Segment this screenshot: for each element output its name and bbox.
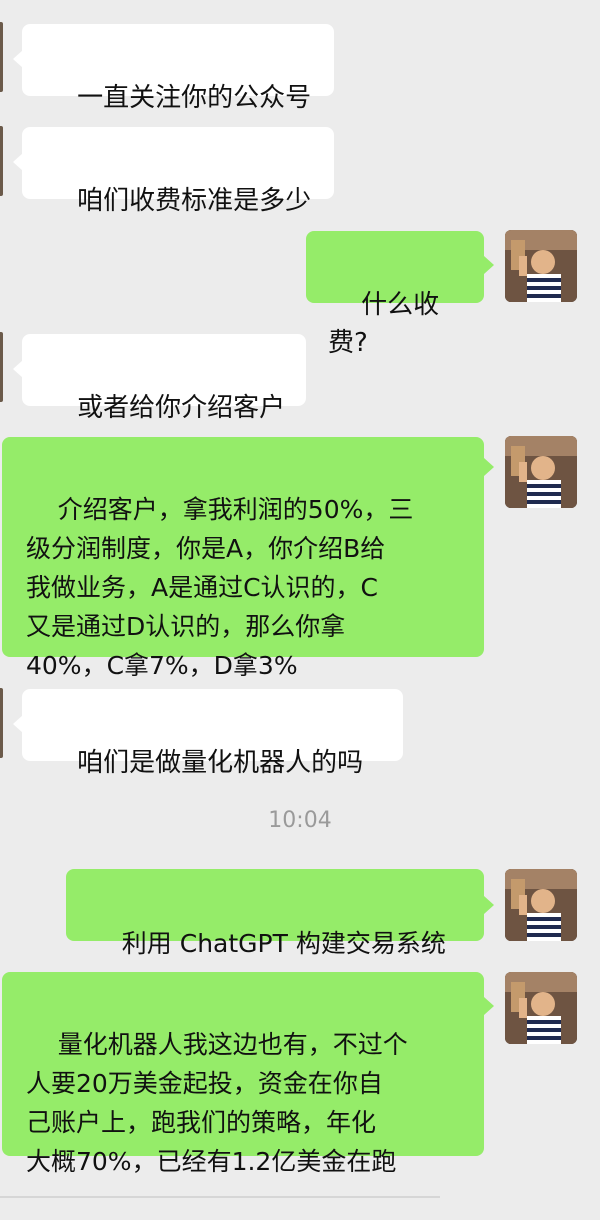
avatar-photo-icon (505, 436, 577, 508)
message-text: 介绍客户，拿我利润的50%，三 级分润制度，你是A，你介绍B给 我做业务，A是通… (26, 495, 414, 680)
contact-avatar-edge[interactable] (0, 22, 3, 92)
avatar-photo-icon (505, 972, 577, 1044)
user-avatar-icon[interactable] (505, 972, 577, 1044)
message-text: 或者给你介绍客户 (77, 393, 286, 423)
incoming-message-bubble[interactable]: 一直关注你的公众号 (22, 24, 334, 113)
user-avatar-icon[interactable] (505, 869, 577, 941)
contact-avatar-edge[interactable] (0, 688, 3, 758)
message-text: 一直关注你的公众号 (77, 83, 312, 113)
chat-view: 一直关注你的公众号 咱们收费标准是多少 什么收费? 或者给你介绍客户 介绍客户，… (0, 0, 600, 1200)
divider (0, 1196, 440, 1198)
message-text: 量化机器人我这边也有，不过个 人要20万美金起投，资金在你自 己账户上，跑我们的… (26, 1030, 408, 1176)
message-text: 利用 ChatGPT 构建交易系统 (121, 929, 446, 958)
avatar-photo-icon (505, 869, 577, 941)
contact-avatar-edge[interactable] (0, 126, 3, 196)
incoming-message-bubble[interactable]: 或者给你介绍客户 (22, 334, 306, 423)
outgoing-message-bubble[interactable]: 什么收费? (306, 231, 484, 358)
incoming-message-bubble[interactable]: 咱们收费标准是多少 (22, 127, 334, 216)
message-text: 咱们是做量化机器人的吗 (77, 748, 364, 778)
user-avatar-icon[interactable] (505, 436, 577, 508)
contact-avatar-edge[interactable] (0, 332, 3, 402)
bubble-tail (484, 896, 494, 914)
bubble-tail (484, 256, 494, 274)
incoming-message-bubble[interactable]: 咱们是做量化机器人的吗 (22, 689, 403, 778)
message-text: 什么收费? (328, 290, 440, 358)
avatar-photo-icon (505, 230, 577, 302)
message-text: 咱们收费标准是多少 (77, 186, 312, 216)
bubble-tail (484, 458, 494, 476)
timestamp: 10:04 (268, 808, 332, 833)
outgoing-message-bubble[interactable]: 利用 ChatGPT 构建交易系统 (66, 869, 484, 958)
outgoing-message-bubble[interactable]: 介绍客户，拿我利润的50%，三 级分润制度，你是A，你介绍B给 我做业务，A是通… (2, 437, 484, 680)
outgoing-message-bubble[interactable]: 量化机器人我这边也有，不过个 人要20万美金起投，资金在你自 己账户上，跑我们的… (2, 972, 484, 1176)
bubble-tail (484, 997, 494, 1015)
user-avatar-icon[interactable] (505, 230, 577, 302)
